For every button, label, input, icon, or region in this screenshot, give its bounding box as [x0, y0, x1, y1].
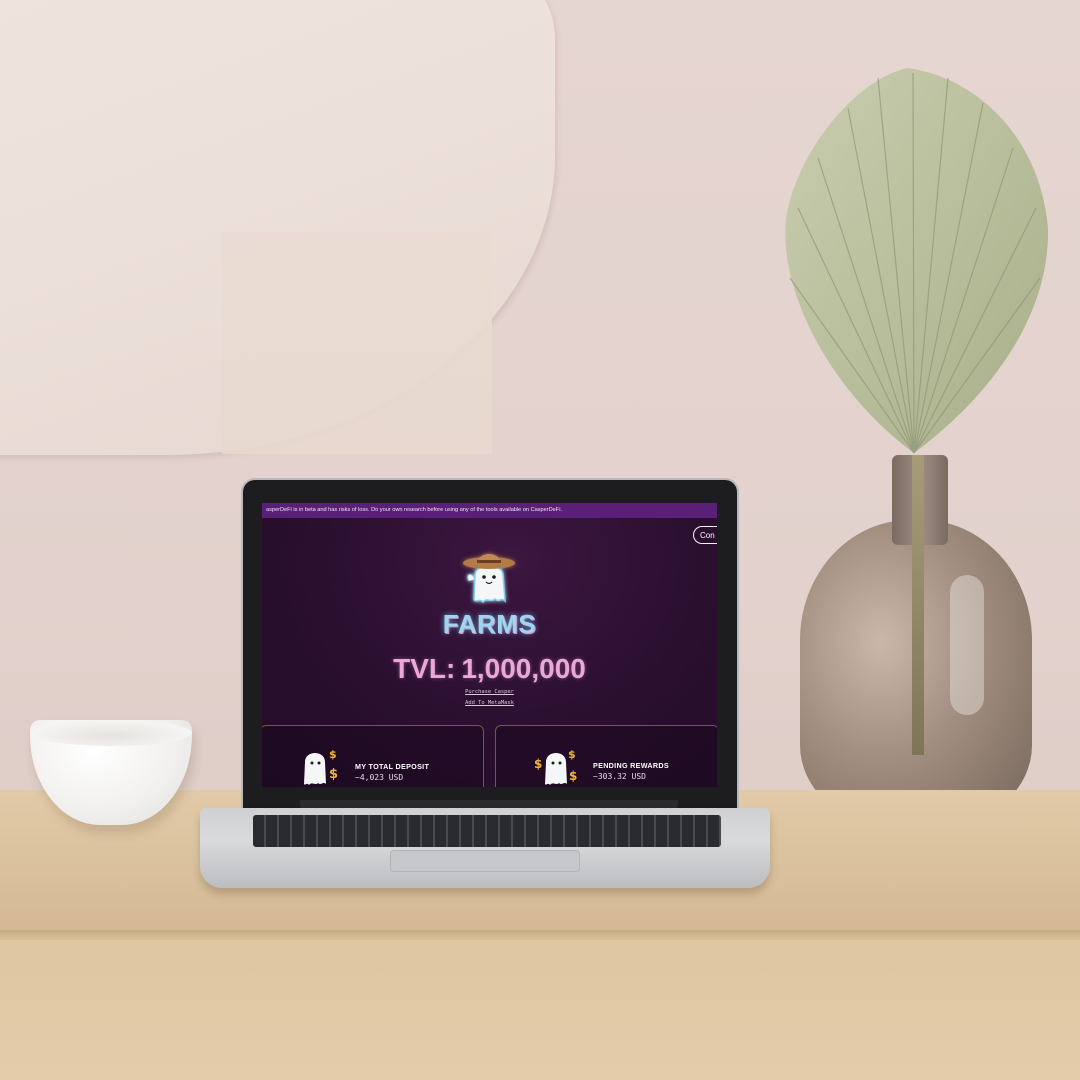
desk-front [0, 940, 1080, 1080]
purchase-casper-link[interactable]: Purchase Casper [262, 689, 717, 695]
deposit-card-value: ~4,023 USD [355, 773, 404, 782]
money-ghost-icon: $ $ [304, 748, 338, 785]
laptop-screen: asperDeFi is in beta and has risks of lo… [262, 503, 717, 787]
add-to-metamask-link[interactable]: Add To MetaMask [262, 700, 717, 706]
rewards-card-value: ~303.32 USD [593, 772, 646, 781]
deposit-card-title: MY TOTAL DEPOSIT [355, 762, 430, 771]
svg-text:$: $ [568, 748, 576, 761]
cowboy-ghost-icon [463, 554, 515, 604]
farms-title: FARMS [442, 609, 537, 639]
money-ghost-icon: $ $ $ [534, 748, 577, 785]
svg-text:$: $ [569, 769, 577, 783]
desk-edge [0, 930, 1080, 940]
svg-text:$: $ [329, 767, 338, 782]
connect-wallet-button[interactable]: Con [693, 526, 717, 544]
mirror-reflection [222, 232, 492, 454]
tvl-value: 1,000,000 [461, 653, 586, 684]
total-deposit-card: $ $ MY TOTAL DEPOSIT ~4,023 USD [262, 725, 484, 787]
photo-scene: asperDeFi is in beta and has risks of lo… [0, 0, 1080, 1080]
pending-rewards-card: $ $ $ PENDING REWARDS ~303.32 USD [495, 725, 717, 787]
rewards-card-title: PENDING REWARDS [593, 761, 669, 770]
risk-banner: asperDeFi is in beta and has risks of lo… [262, 503, 717, 518]
laptop-keyboard [253, 815, 721, 847]
glass-vase [800, 455, 1032, 825]
vase-highlight [950, 575, 984, 715]
bowl-rim [30, 720, 192, 746]
tvl-label: TVL: [393, 653, 456, 684]
svg-text:$: $ [534, 757, 542, 771]
svg-text:$: $ [329, 748, 337, 761]
laptop-trackpad [390, 850, 580, 872]
leaf-stem [912, 455, 924, 755]
dried-palm-leaf [785, 68, 1049, 454]
tvl-display: TVL: 1,000,000 [262, 653, 717, 685]
